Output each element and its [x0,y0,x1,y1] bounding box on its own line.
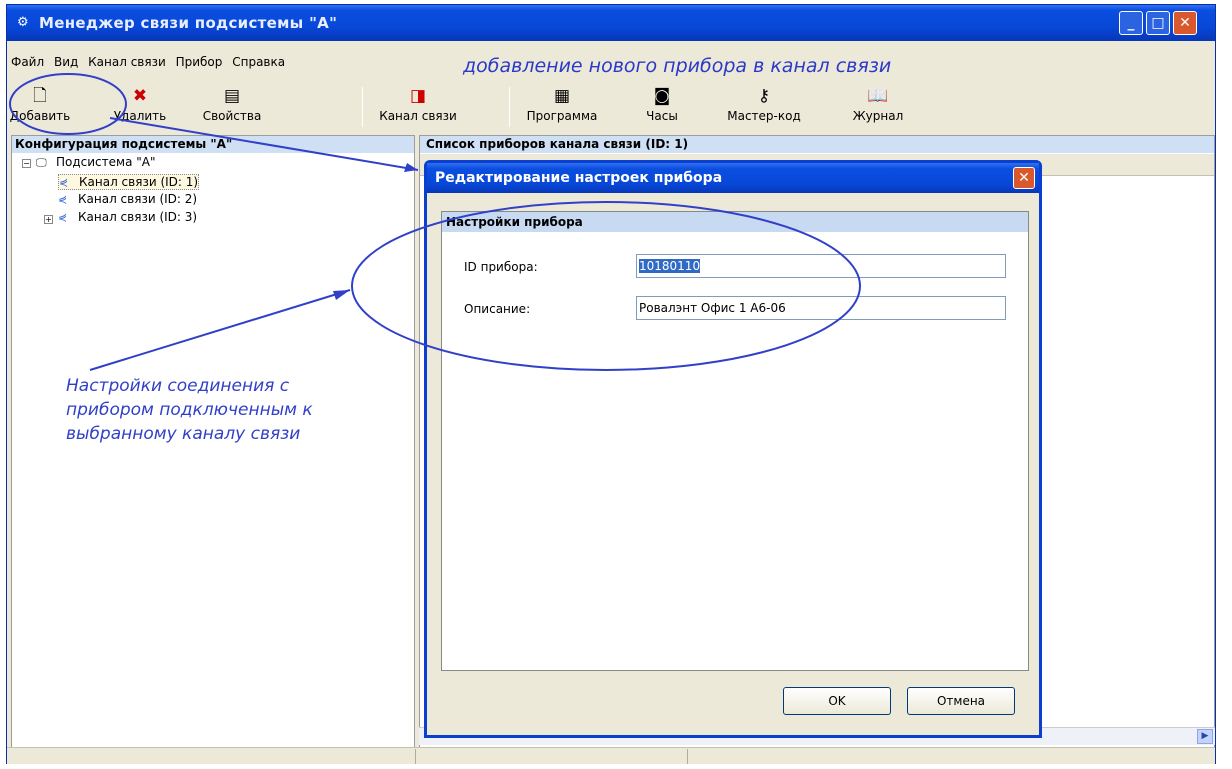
tree-panel-header: Конфигурация подсистемы "А" [12,136,414,153]
menu-view[interactable]: Вид [54,55,78,69]
delete-button[interactable]: ✖ Удалить [95,85,185,123]
expand-icon[interactable]: + [44,215,53,224]
program-button[interactable]: ▦ Программа [517,85,607,123]
menu-help[interactable]: Справка [232,55,285,69]
device-id-field[interactable]: 10180110 [636,254,1006,278]
tree-root[interactable]: 🖵 Подсистема "А" [36,155,156,170]
window-title: Менеджер связи подсистемы "А" [39,14,338,32]
annotation-top: добавление нового прибора в канал связи [463,55,892,77]
device-list-header: Список приборов канала связи (ID: 1) [420,136,1214,153]
app-icon: ⚙ [17,15,29,30]
network-icon: ⋞ [58,211,68,224]
key-icon: ⚷ [757,86,771,106]
clock-icon: ◙ [653,86,671,106]
network-icon: ⋞ [59,176,69,189]
device-settings-group: Настройки прибора ID прибора: 10180110 О… [441,211,1029,671]
collapse-icon[interactable]: − [22,159,31,168]
menu-bar: Файл Вид Канал связи Прибор Справка [11,55,291,73]
description-field[interactable]: Ровалэнт Офис 1 А6-06 [636,296,1006,320]
mastercode-button[interactable]: ⚷ Мастер-код [719,85,809,123]
new-document-icon: 🗋 [33,86,47,106]
properties-icon: ▤ [223,86,241,106]
properties-button[interactable]: ▤ Свойства [187,85,277,123]
ok-button[interactable]: OK [783,687,891,715]
menu-channel[interactable]: Канал связи [88,55,166,69]
maximize-button[interactable]: □ [1146,11,1170,35]
menu-device[interactable]: Прибор [176,55,223,69]
dialog-title[interactable]: Редактирование настроек прибора [427,163,1039,193]
annotation-left: Настройки соединения с прибором подключе… [66,376,313,444]
tree-item-channel-3[interactable]: ⋞ Канал связи (ID: 3) [58,210,197,224]
toolbar-separator [362,87,363,127]
group-header: Настройки прибора [442,212,1028,232]
title-bar[interactable]: ⚙ Менеджер связи подсистемы "А" _ □ ✕ [7,5,1215,41]
toolbar-separator [509,87,510,127]
monitor-icon: 🖵 [36,156,47,169]
book-icon: 📖 [867,86,889,106]
journal-button[interactable]: 📖 Журнал [833,85,923,123]
status-bar [7,747,1215,764]
calculator-icon: ▦ [553,86,571,106]
tree-item-channel-1[interactable]: ⋞ Канал связи (ID: 1) [58,174,200,190]
dialog-close-button[interactable]: ✕ [1013,167,1035,189]
toolbar: 🗋 Добавить ✖ Удалить ▤ Свойства ◨ Канал … [7,85,1215,133]
close-button[interactable]: ✕ [1173,11,1197,35]
menu-file[interactable]: Файл [11,55,44,69]
minimize-button[interactable]: _ [1119,11,1143,35]
channel-icon: ◨ [409,86,427,106]
add-button[interactable]: 🗋 Добавить [0,85,85,123]
channel-button[interactable]: ◨ Канал связи [373,85,463,123]
network-icon: ⋞ [58,193,68,206]
cancel-button[interactable]: Отмена [907,687,1015,715]
clock-button[interactable]: ◙ Часы [617,85,707,123]
edit-device-dialog: Редактирование настроек прибора ✕ Настро… [424,160,1042,738]
scroll-right-icon[interactable]: ▶ [1197,729,1213,744]
description-label: Описание: [464,302,531,316]
tree-item-channel-2[interactable]: ⋞ Канал связи (ID: 2) [58,192,197,206]
id-label: ID прибора: [464,260,538,274]
delete-icon: ✖ [132,86,148,106]
